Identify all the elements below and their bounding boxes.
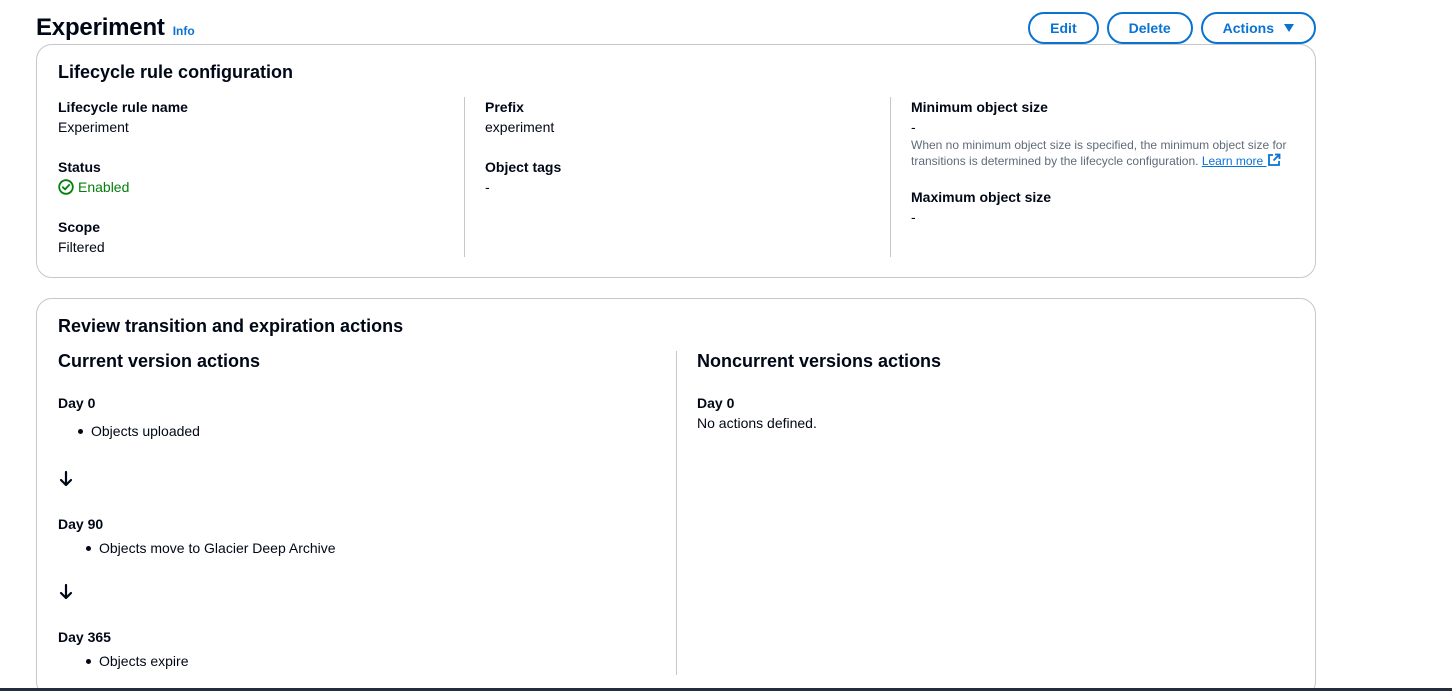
delete-button[interactable]: Delete: [1106, 12, 1193, 44]
timeline-item: Objects expire: [86, 651, 188, 671]
info-link[interactable]: Info: [173, 24, 195, 38]
timeline-item-text: Objects uploaded: [91, 423, 200, 439]
caret-down-icon: [1284, 24, 1294, 32]
noncurrent-empty-text: No actions defined.: [697, 415, 817, 431]
min-size-description: When no minimum object size is specified…: [911, 137, 1291, 169]
bullet-icon: [78, 428, 83, 434]
object-tags-field: Object tags -: [485, 157, 891, 197]
learn-more-label: Learn more: [1201, 154, 1264, 168]
timeline-item: Objects uploaded: [78, 421, 200, 441]
current-version-title: Current version actions: [58, 351, 261, 371]
config-column-1: Lifecycle rule name Experiment Status En…: [58, 97, 463, 257]
actions-button-label: Actions: [1222, 20, 1274, 36]
timeline-day: Day 90: [58, 516, 104, 532]
rule-name-field: Lifecycle rule name Experiment: [58, 97, 463, 137]
arrow-down-icon: [59, 583, 73, 600]
bullet-icon: [86, 658, 91, 664]
noncurrent-versions-title: Noncurrent versions actions: [697, 351, 942, 371]
actions-dropdown-button[interactable]: Actions: [1200, 12, 1316, 44]
status-badge: Enabled: [58, 177, 463, 197]
page-header: Experiment Info Edit Delete Actions: [36, 10, 1316, 46]
timeline-item-text: Objects move to Glacier Deep Archive: [99, 540, 336, 556]
page-title: Experiment: [36, 14, 165, 41]
max-size-label: Maximum object size: [911, 189, 1052, 205]
status-label: Status: [58, 159, 101, 175]
config-column-2: Prefix experiment Object tags -: [464, 97, 891, 257]
object-tags-label: Object tags: [485, 159, 562, 175]
min-size-field: Minimum object size - When no minimum ob…: [911, 97, 1296, 169]
learn-more-link[interactable]: Learn more: [1201, 153, 1281, 168]
prefix-field: Prefix experiment: [485, 97, 891, 137]
prefix-label: Prefix: [485, 99, 524, 115]
scope-field: Scope Filtered: [58, 217, 463, 257]
noncurrent-versions-column: Noncurrent versions actions Day 0 No act…: [676, 351, 1295, 675]
config-title: Lifecycle rule configuration: [58, 62, 294, 82]
timeline-item: Objects move to Glacier Deep Archive: [86, 538, 336, 558]
scope-label: Scope: [58, 219, 101, 235]
config-column-3: Minimum object size - When no minimum ob…: [890, 97, 1296, 257]
max-size-value: -: [911, 209, 916, 225]
rule-name-value: Experiment: [58, 119, 129, 135]
prefix-value: experiment: [485, 119, 555, 135]
timeline-item-text: Objects expire: [99, 653, 189, 669]
max-size-field: Maximum object size -: [911, 187, 1296, 227]
status-value: Enabled: [78, 179, 130, 195]
arrow-down-icon: [59, 470, 73, 487]
min-size-value: -: [911, 119, 916, 135]
external-link-icon: [1267, 153, 1280, 166]
review-title: Review transition and expiration actions: [58, 316, 404, 336]
rule-name-label: Lifecycle rule name: [58, 99, 188, 115]
page: Experiment Info Edit Delete Actions Life…: [0, 0, 1452, 691]
current-version-column: Current version actions Day 0 Objects up…: [58, 351, 676, 675]
min-size-label: Minimum object size: [911, 99, 1048, 115]
noncurrent-day: Day 0: [697, 395, 735, 411]
check-circle-icon: [58, 179, 74, 195]
bullet-icon: [86, 545, 91, 551]
review-actions-container: Review transition and expiration actions…: [36, 298, 1316, 691]
edit-button[interactable]: Edit: [1028, 12, 1099, 44]
status-field: Status Enabled: [58, 157, 463, 197]
lifecycle-config-container: Lifecycle rule configuration Lifecycle r…: [36, 44, 1316, 278]
timeline-day: Day 0: [58, 395, 96, 411]
timeline-day: Day 365: [58, 629, 111, 645]
header-actions: Edit Delete Actions: [1028, 12, 1316, 44]
scope-value: Filtered: [58, 239, 105, 255]
object-tags-value: -: [485, 179, 490, 195]
